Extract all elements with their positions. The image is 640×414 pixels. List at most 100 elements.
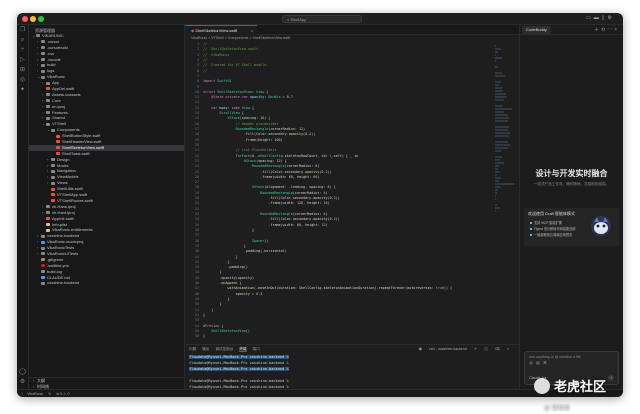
code-token: RoundedRectangle [203, 127, 269, 131]
code-token: (.easeInOut(duration: ShellConfig.skelet… [254, 286, 379, 291]
watermark: 老虎社区 @ 辞财经 [534, 376, 630, 412]
minimap-line [495, 96, 508, 98]
code-token: frame [245, 137, 257, 142]
minimap-line [495, 156, 503, 158]
panel-tab[interactable]: 问题 [189, 347, 196, 351]
tree-item-label: Views [57, 180, 68, 186]
run-debug-icon[interactable]: ▷ [17, 55, 28, 65]
code-token: ) { [264, 116, 271, 121]
problems-count[interactable]: ⊗ 0 ⚠ 0 [56, 392, 69, 396]
minimap-line [495, 108, 512, 110]
minimap-line [495, 87, 503, 89]
minimap-line [495, 183, 515, 185]
code-token: } [203, 297, 230, 301]
minimap-line [495, 84, 500, 86]
panel-tab[interactable]: 终端 [239, 347, 247, 352]
breadcrumb[interactable]: VikaRunic > VTShell > Components > Shell… [185, 35, 519, 42]
code-token: )) [335, 217, 340, 222]
code-token: , height: [303, 201, 324, 206]
close-panel-icon[interactable]: × [506, 347, 509, 351]
code-token: // Created for VT Shell module. [203, 63, 269, 68]
file-icon [56, 134, 60, 138]
minimap-line [495, 126, 510, 128]
code-token: . [203, 169, 263, 174]
trash-icon[interactable]: ⌫ [494, 347, 500, 351]
code-token: } [203, 259, 230, 264]
tree-item-label: ShellHeaderView.swift [62, 139, 102, 145]
sync-icon[interactable]: ↻ [48, 392, 51, 396]
activity-bar: ❐ ⌕ ⑂ ▷ ⊞ ◎ ✦ ◯ ⚙ [17, 25, 29, 389]
code-token: View [241, 105, 250, 110]
remote-icon[interactable]: ◎ [17, 75, 28, 85]
minimap-line [495, 51, 498, 53]
code-token: opacity [221, 275, 236, 280]
tree-item-label: VIKARUNIC [42, 33, 64, 38]
plugin-icon[interactable]: ⌘ [543, 360, 550, 365]
account-icon[interactable]: ◯ [17, 367, 28, 377]
toggle-panel-icon[interactable]: ▬ [594, 15, 602, 21]
file-tree: ⌄ VIKARUNIC › .cursor › .cursorbuild › .nvc › .vs… [29, 33, 184, 286]
search-icon[interactable]: ⌕ [17, 35, 28, 45]
explorer-icon[interactable]: ❐ [17, 25, 28, 35]
code-editor[interactable]: 1//2// ShellSkeletonView.swift 3// VikaRu… [185, 42, 519, 344]
panel-tab[interactable]: 调试控制台 [215, 347, 233, 351]
minimize-window-button[interactable] [30, 16, 36, 22]
chat-hero: 设计与开发实时融合 一站式产品工作流，随时随地，灵感即刻成真。 [520, 168, 623, 187]
tab-shell-skeleton-view[interactable]: ◆ ShellSkeletonView.swift × [185, 25, 257, 35]
at-mention-icon[interactable]: @ [529, 360, 536, 365]
tree-item-label: Features [52, 109, 68, 115]
minimap-line [495, 57, 503, 59]
tree-item-label: ShellSkeletonView.swift [62, 144, 104, 150]
close-chat-icon[interactable]: × [614, 27, 619, 33]
chat-assistant-icon[interactable]: ✦ [17, 85, 28, 95]
minimap[interactable] [495, 45, 515, 335]
tree-item-label: Mocks [57, 162, 69, 168]
feature-label: 支持 MCP 智能扩展 [534, 221, 562, 225]
new-chat-icon[interactable]: ＋ [594, 27, 601, 33]
maximize-window-button[interactable] [38, 16, 44, 22]
code-token: )) [311, 132, 316, 137]
code-token: , height: [301, 222, 322, 227]
code-token: } [203, 334, 206, 339]
branch-label[interactable]: VikaRunic [27, 392, 43, 396]
terminal-prompt: flowdata@Ryusei-MacBook-Pro vosshine-bac… [189, 379, 289, 383]
add-terminal-icon[interactable]: ＋ [474, 347, 478, 351]
minimap-line [495, 180, 500, 182]
source-control-icon[interactable]: ⑂ [17, 45, 28, 55]
code-token: ) [317, 174, 320, 179]
minimap-line [495, 99, 504, 101]
code-token: ShellSkeletonView [203, 328, 246, 333]
code-token: true [435, 286, 444, 291]
folder-icon [46, 105, 50, 109]
folder-icon [46, 211, 50, 215]
chat-header-actions: ＋⟲⋯× [594, 26, 619, 33]
settings-gear-icon[interactable]: ⚙ [608, 15, 615, 21]
extensions-icon[interactable]: ⊞ [17, 65, 28, 75]
tree-item-label: VikaRunic.xcodeproj [47, 239, 84, 245]
code-token: withAnimation [203, 286, 255, 291]
code-token: . [203, 222, 271, 227]
bottom-panel: 问题 输出 调试控制台 终端 端口 ▣ zsh - vosshine-backend ＋… [185, 344, 519, 389]
close-tab-icon[interactable]: × [251, 26, 253, 36]
attach-image-icon[interactable]: ▤ [536, 360, 543, 365]
toggle-sidebar-icon[interactable]: ▭ [586, 15, 594, 21]
tree-file[interactable]: vosshine-backend [29, 280, 184, 286]
panel-tab[interactable]: 端口 [253, 347, 260, 351]
manage-gear-icon[interactable]: ⚙ [17, 377, 28, 387]
minimap-line [495, 72, 503, 74]
feature-card[interactable]: 欢迎使用 Craft 智能体模式 支持 MCP 智能扩展 Figma 设计稿转代… [524, 208, 619, 246]
code-token: body [219, 105, 228, 110]
panel-tab[interactable]: 输出 [202, 347, 209, 351]
folder-icon [51, 175, 55, 179]
split-terminal-icon[interactable]: ◫ [483, 347, 487, 351]
terminal-name[interactable]: zsh - vosshine-backend [429, 347, 467, 351]
title-bar: ⌕ ShellApp ▭▬▯⚙ [17, 13, 623, 25]
chat-tab[interactable]: CodeBuddy [522, 26, 551, 34]
command-center-search[interactable]: ⌕ ShellApp [282, 15, 362, 23]
tree-item-label: Assets.xcassets [52, 91, 81, 97]
close-window-button[interactable] [22, 16, 28, 22]
chat-sidebar: CodeBuddy ＋⟲⋯× 设计与开发实时融合 一站式产品工作流，随时随地，灵… [519, 25, 623, 389]
editor-window: ⌕ ShellApp ▭▬▯⚙ ❐ ⌕ ⑂ ▷ ⊞ ◎ ✦ ◯ ⚙ 资源管理器 … [17, 13, 623, 397]
bullet-icon [530, 222, 532, 225]
folder-icon [46, 205, 50, 209]
